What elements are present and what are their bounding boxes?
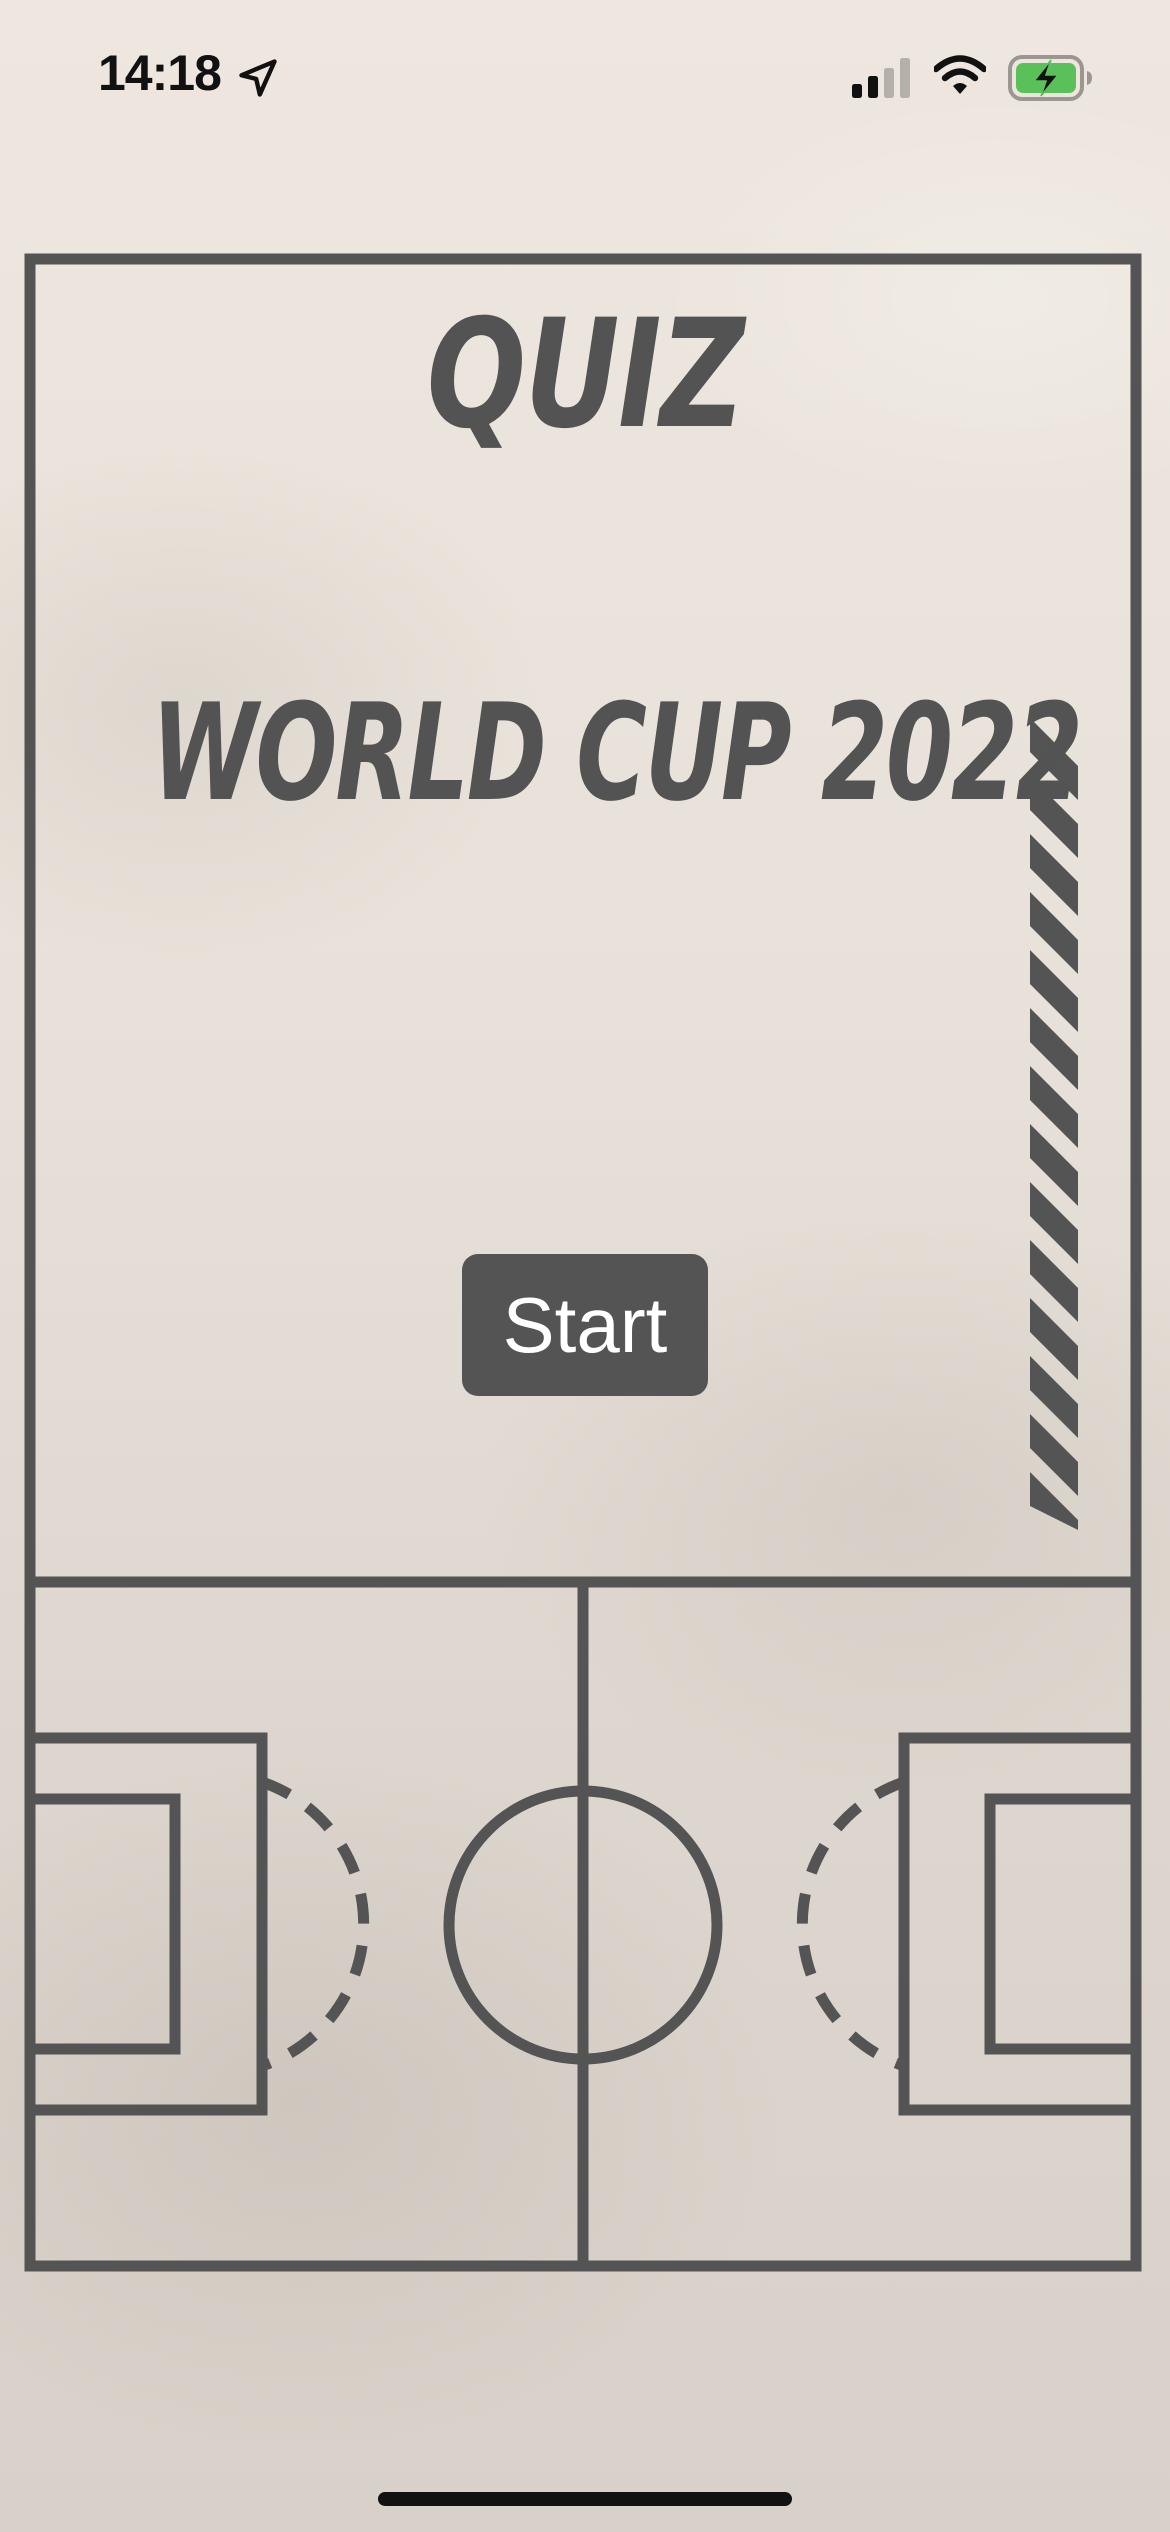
left-goal-box [24, 1793, 181, 2055]
right-penalty-arc [796, 1776, 906, 2072]
right-goal-box [984, 1793, 1142, 2055]
quiz-title: QUIZ [426, 288, 745, 462]
start-button[interactable]: Start [462, 1254, 708, 1396]
home-indicator[interactable] [378, 2492, 792, 2506]
left-penalty-arc [260, 1776, 370, 2072]
stripe-decoration [1030, 718, 1078, 1530]
world-cup-subtitle: WORLD CUP 2022 [151, 675, 1083, 831]
